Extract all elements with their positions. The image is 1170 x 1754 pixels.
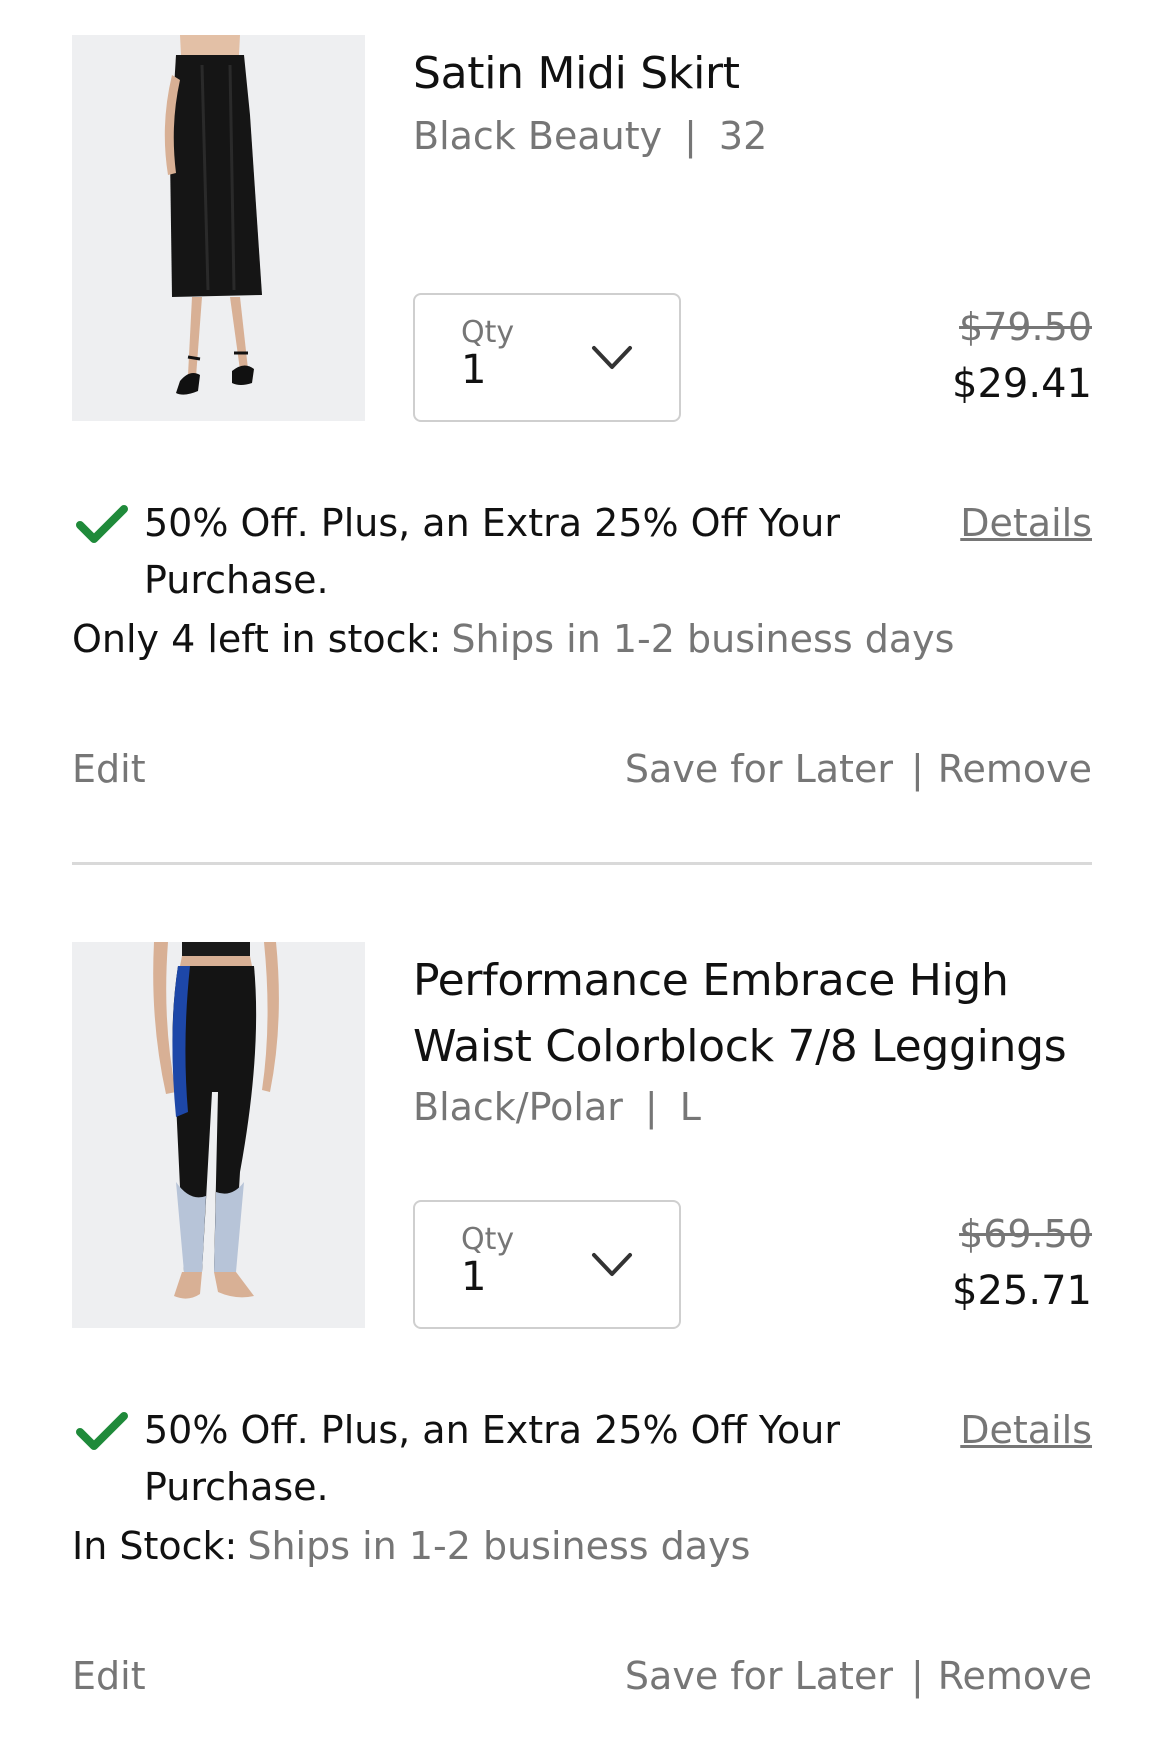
shipping-estimate: Ships in 1-2 business days	[451, 617, 955, 661]
details-link[interactable]: Details	[960, 495, 1092, 552]
product-title[interactable]: Satin Midi Skirt	[413, 41, 1093, 107]
shipping-estimate: Ships in 1-2 business days	[247, 1524, 751, 1568]
checkmark-icon	[76, 505, 128, 543]
qty-value: 1	[461, 1254, 487, 1300]
skirt-product-photo	[72, 35, 365, 421]
action-separator: |	[910, 747, 924, 791]
quantity-select[interactable]: Qty 1	[413, 1200, 681, 1329]
product-title[interactable]: Performance Embrace High Waist Colorbloc…	[413, 948, 1093, 1080]
qty-value: 1	[461, 347, 487, 393]
edit-link[interactable]: Edit	[72, 741, 146, 797]
leggings-product-photo	[72, 942, 365, 1328]
edit-link[interactable]: Edit	[72, 1648, 146, 1704]
quantity-select[interactable]: Qty 1	[413, 293, 681, 422]
item-actions: Edit Save for Later | Remove	[72, 741, 1092, 797]
checkmark-icon	[76, 1412, 128, 1450]
stock-status: Only 4 left in stock:	[72, 617, 442, 661]
qty-label: Qty	[461, 315, 515, 350]
promo-row: 50% Off. Plus, an Extra 25% Off Your Pur…	[72, 1402, 1092, 1522]
product-variant: Black Beauty | 32	[413, 111, 767, 161]
variant-separator: |	[644, 1085, 658, 1129]
variant-size: L	[679, 1085, 701, 1129]
remove-link[interactable]: Remove	[938, 747, 1092, 791]
promo-text: 50% Off. Plus, an Extra 25% Off Your Pur…	[144, 501, 840, 602]
variant-color: Black/Polar	[413, 1085, 623, 1129]
original-price: $69.50	[959, 1212, 1092, 1256]
qty-label: Qty	[461, 1222, 515, 1257]
variant-separator: |	[684, 114, 697, 158]
promo-text: 50% Off. Plus, an Extra 25% Off Your Pur…	[144, 1408, 840, 1509]
original-price: $79.50	[959, 305, 1092, 349]
action-separator: |	[910, 1654, 924, 1698]
details-link[interactable]: Details	[960, 1402, 1092, 1459]
stock-info: Only 4 left in stock: Ships in 1-2 busine…	[72, 611, 954, 667]
product-image[interactable]	[72, 942, 365, 1328]
stock-status: In Stock:	[72, 1524, 238, 1568]
right-actions: Save for Later | Remove	[625, 1648, 1092, 1704]
variant-size: 32	[718, 114, 768, 158]
chevron-down-icon	[592, 1253, 632, 1276]
stock-info: In Stock: Ships in 1-2 business days	[72, 1518, 750, 1574]
right-actions: Save for Later | Remove	[625, 741, 1092, 797]
product-image[interactable]	[72, 35, 365, 421]
sale-price: $29.41	[952, 361, 1092, 407]
save-for-later-link[interactable]: Save for Later	[625, 747, 893, 791]
promo-row: 50% Off. Plus, an Extra 25% Off Your Pur…	[72, 495, 1092, 615]
item-divider	[72, 862, 1092, 865]
chevron-down-icon	[592, 346, 632, 369]
save-for-later-link[interactable]: Save for Later	[625, 1654, 893, 1698]
remove-link[interactable]: Remove	[938, 1654, 1092, 1698]
sale-price: $25.71	[952, 1268, 1092, 1314]
variant-color: Black Beauty	[413, 114, 663, 158]
item-actions: Edit Save for Later | Remove	[72, 1648, 1092, 1704]
product-variant: Black/Polar | L	[413, 1082, 701, 1132]
